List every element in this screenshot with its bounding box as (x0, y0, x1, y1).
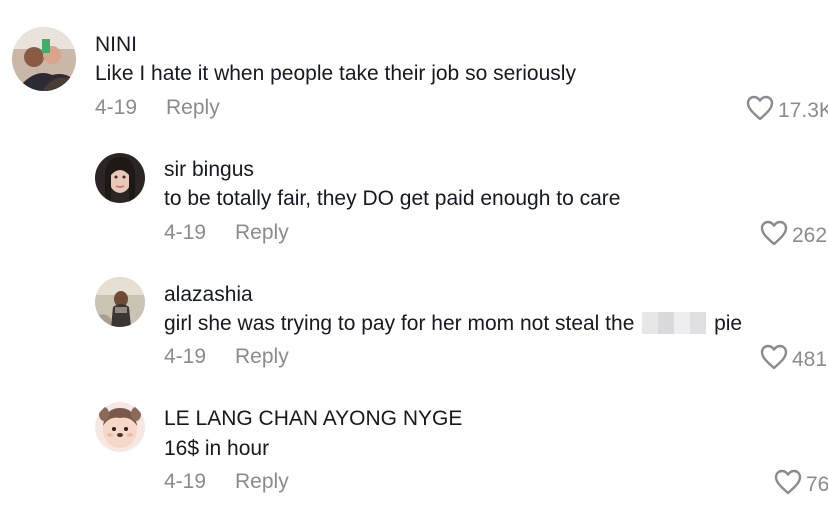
comment-text: to be totally fair, they DO get paid eno… (164, 187, 621, 210)
like-count: 76 (806, 472, 828, 496)
like-count: 17.3K (778, 98, 828, 122)
reply-comment-item: sir bingus to be totally fair, they DO g… (0, 140, 828, 260)
comment-date: 4-19 (95, 96, 138, 119)
avatar-photo-icon (95, 277, 145, 327)
avatar[interactable] (95, 277, 145, 327)
like-button[interactable]: 17.3K (746, 95, 828, 126)
like-button[interactable]: 481 (760, 344, 827, 375)
heart-icon (760, 344, 788, 375)
comment-date: 4-19 (164, 345, 207, 368)
heart-icon (774, 469, 802, 500)
avatar[interactable] (95, 153, 145, 203)
comment-text: Like I hate it when people take their jo… (95, 62, 576, 85)
heart-icon (760, 220, 788, 251)
comment-username[interactable]: LE LANG CHAN AYONG NYGE (164, 407, 462, 431)
comment-username[interactable]: alazashia (164, 283, 253, 307)
like-count: 262 (792, 223, 828, 247)
reply-button[interactable]: Reply (235, 221, 289, 245)
comment-text-before: girl she was trying to pay for her mom n… (164, 312, 635, 335)
reply-comment-item: alazashia girl she was trying to pay for… (0, 265, 828, 385)
heart-icon (746, 95, 774, 126)
avatar[interactable] (95, 402, 145, 452)
comment-date: 4-19 (164, 470, 207, 493)
comment-username[interactable]: NINI (95, 33, 137, 57)
comment-item: NINI Like I hate it when people take the… (0, 0, 828, 130)
reply-button[interactable]: Reply (235, 345, 289, 369)
censored-word (642, 312, 707, 334)
avatar-photo-icon (95, 402, 145, 452)
reply-comment-item: LE LANG CHAN AYONG NYGE 16$ in hour 4-19… (0, 390, 828, 512)
avatar-photo-icon (95, 153, 145, 203)
avatar-photo-icon (12, 27, 76, 91)
comment-date: 4-19 (164, 221, 207, 244)
reply-button[interactable]: Reply (235, 470, 289, 494)
like-button[interactable]: 76 (774, 469, 828, 500)
reply-button[interactable]: Reply (166, 96, 220, 120)
avatar[interactable] (12, 27, 76, 91)
like-button[interactable]: 262 (760, 220, 827, 251)
comment-text: 16$ in hour (164, 437, 270, 460)
comment-text-after: pie (714, 312, 743, 335)
comment-username[interactable]: sir bingus (164, 158, 254, 182)
like-count: 481 (792, 347, 828, 371)
comment-text: girl she was trying to pay for her mom n… (164, 312, 742, 336)
